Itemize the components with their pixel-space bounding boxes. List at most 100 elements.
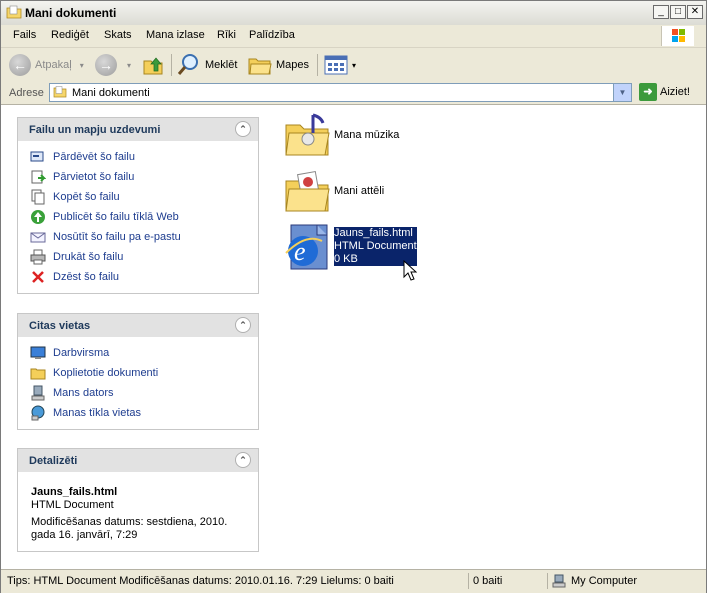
folders-button[interactable]: Mapes bbox=[248, 52, 309, 78]
content-area: Failu un mapju uzdevumi ⌃ Pārdēvēt šo fa… bbox=[1, 105, 706, 569]
shared-folder-icon bbox=[30, 365, 46, 381]
task-move[interactable]: Pārvietot šo failu bbox=[18, 167, 258, 187]
go-label: Aiziet! bbox=[660, 86, 690, 98]
up-folder-button[interactable] bbox=[142, 52, 164, 78]
maximize-button[interactable]: □ bbox=[670, 5, 686, 19]
status-bar: Tips: HTML Document Modificēšanas datums… bbox=[1, 569, 706, 593]
music-folder-icon bbox=[285, 113, 330, 156]
menu-bar: Fails Rediģēt Skats Mana izlase Rīki Pal… bbox=[1, 25, 706, 48]
forward-button[interactable]: → ▾ bbox=[95, 52, 131, 78]
tasks-panel: Failu un mapju uzdevumi ⌃ Pārdēvēt šo fa… bbox=[17, 117, 259, 294]
place-network[interactable]: Manas tīkla vietas bbox=[18, 403, 258, 423]
views-dropdown-icon[interactable]: ▾ bbox=[352, 61, 356, 70]
back-button[interactable]: ← Atpakaļ ▾ bbox=[9, 52, 84, 78]
task-copy[interactable]: Kopēt šo failu bbox=[18, 187, 258, 207]
search-label: Meklēt bbox=[205, 59, 238, 71]
status-zone: My Computer bbox=[547, 573, 702, 589]
address-dropdown-icon[interactable]: ▼ bbox=[613, 84, 631, 101]
search-button[interactable]: Meklēt bbox=[177, 52, 237, 78]
menu-file[interactable]: Fails bbox=[13, 29, 36, 41]
back-label: Atpakaļ bbox=[35, 59, 72, 71]
places-panel-header[interactable]: Citas vietas ⌃ bbox=[18, 314, 258, 337]
desktop-icon bbox=[30, 345, 46, 361]
menu-favorites[interactable]: Mana izlase bbox=[146, 29, 205, 41]
rename-icon bbox=[30, 149, 46, 165]
file-item-html-selected[interactable]: e Jauns_fails.html HTML Document 0 KB bbox=[281, 223, 417, 273]
move-icon bbox=[30, 169, 46, 185]
file-item-pictures[interactable]: Mani attēli bbox=[283, 167, 384, 215]
menu-edit[interactable]: Rediģēt bbox=[51, 29, 89, 41]
collapse-chevron-icon[interactable]: ⌃ bbox=[235, 121, 251, 137]
places-panel-title: Citas vietas bbox=[29, 320, 91, 332]
go-button[interactable]: ➜ Aiziet! bbox=[639, 83, 690, 101]
file-name: Mana mūzika bbox=[334, 129, 400, 141]
place-label: Darbvirsma bbox=[53, 347, 110, 359]
print-icon bbox=[30, 249, 46, 265]
file-item-music[interactable]: Mana mūzika bbox=[283, 111, 399, 159]
computer-icon bbox=[30, 385, 46, 401]
back-arrow-icon: ← bbox=[9, 54, 31, 76]
email-icon bbox=[30, 229, 46, 245]
folder-icon bbox=[6, 5, 22, 19]
folders-label: Mapes bbox=[276, 59, 310, 71]
status-tip: Tips: HTML Document Modificēšanas datums… bbox=[7, 575, 394, 587]
details-panel: Detalizēti ⌃ Jauns_fails.html HTML Docum… bbox=[17, 448, 259, 552]
file-type: HTML Document bbox=[334, 240, 417, 253]
address-input[interactable]: Mani dokumenti ▼ bbox=[49, 83, 632, 102]
place-shared-documents[interactable]: Koplietotie dokumenti bbox=[18, 363, 258, 383]
menu-tools[interactable]: Rīki bbox=[217, 29, 236, 41]
details-file-name: Jauns_fails.html bbox=[31, 486, 118, 498]
close-button[interactable]: ✕ bbox=[687, 5, 703, 19]
folders-icon bbox=[248, 58, 272, 75]
task-label: Drukāt šo failu bbox=[53, 251, 124, 263]
ie-document-icon: e bbox=[285, 224, 328, 270]
tasks-panel-title: Failu un mapju uzdevumi bbox=[29, 124, 161, 136]
search-icon bbox=[177, 54, 198, 75]
toolbar-separator bbox=[171, 54, 172, 76]
place-desktop[interactable]: Darbvirsma bbox=[18, 343, 258, 363]
forward-dropdown-icon[interactable]: ▾ bbox=[127, 61, 131, 70]
collapse-chevron-icon[interactable]: ⌃ bbox=[235, 317, 251, 333]
place-my-computer[interactable]: Mans dators bbox=[18, 383, 258, 403]
address-value: Mani dokumenti bbox=[72, 87, 150, 99]
task-label: Dzēst šo failu bbox=[53, 271, 120, 283]
details-file-type: HTML Document bbox=[31, 499, 114, 511]
window-title: Mani dokumenti bbox=[25, 6, 117, 20]
explorer-window: Mani dokumenti _ □ ✕ Fails Rediģēt Skats… bbox=[0, 0, 707, 593]
task-label: Pārdēvēt šo failu bbox=[53, 151, 135, 163]
menu-view[interactable]: Skats bbox=[104, 29, 132, 41]
places-panel: Citas vietas ⌃ Darbvirsma Koplietotie do… bbox=[17, 313, 259, 430]
up-folder-icon bbox=[143, 57, 163, 75]
toolbar: ← Atpakaļ ▾ → ▾ Meklēt Mapes ▾ bbox=[1, 48, 706, 83]
minimize-button[interactable]: _ bbox=[653, 5, 669, 19]
file-name: Jauns_fails.html bbox=[334, 227, 417, 240]
windows-logo-icon bbox=[661, 26, 694, 46]
views-button[interactable]: ▾ bbox=[324, 52, 356, 78]
task-publish-web[interactable]: Publicēt šo failu tīklā Web bbox=[18, 207, 258, 227]
address-bar: Adrese Mani dokumenti ▼ ➜ Aiziet! bbox=[1, 82, 706, 105]
details-panel-header[interactable]: Detalizēti ⌃ bbox=[18, 449, 258, 472]
address-label: Adrese bbox=[9, 87, 44, 99]
title-bar[interactable]: Mani dokumenti _ □ ✕ bbox=[1, 1, 706, 26]
collapse-chevron-icon[interactable]: ⌃ bbox=[235, 452, 251, 468]
status-size: 0 baiti bbox=[468, 573, 549, 589]
delete-icon bbox=[30, 269, 46, 285]
network-icon bbox=[30, 405, 46, 421]
tasks-panel-header[interactable]: Failu un mapju uzdevumi ⌃ bbox=[18, 118, 258, 141]
task-label: Nosūtīt šo failu pa e-pastu bbox=[53, 231, 181, 243]
task-print[interactable]: Drukāt šo failu bbox=[18, 247, 258, 267]
views-icon bbox=[324, 55, 348, 75]
pictures-folder-icon bbox=[285, 170, 330, 212]
file-name: Mani attēli bbox=[334, 185, 385, 197]
go-arrow-icon: ➜ bbox=[639, 83, 657, 101]
folder-icon bbox=[53, 86, 67, 98]
details-modified: Modificēšanas datums: sestdiena, 2010. g… bbox=[31, 516, 228, 541]
place-label: Mans dators bbox=[53, 387, 114, 399]
task-label: Pārvietot šo failu bbox=[53, 171, 135, 183]
task-email[interactable]: Nosūtīt šo failu pa e-pastu bbox=[18, 227, 258, 247]
task-delete[interactable]: Dzēst šo failu bbox=[18, 267, 258, 287]
place-label: Manas tīkla vietas bbox=[53, 407, 142, 419]
back-dropdown-icon[interactable]: ▾ bbox=[80, 61, 84, 70]
menu-help[interactable]: Palīdzība bbox=[249, 29, 295, 41]
task-rename[interactable]: Pārdēvēt šo failu bbox=[18, 147, 258, 167]
